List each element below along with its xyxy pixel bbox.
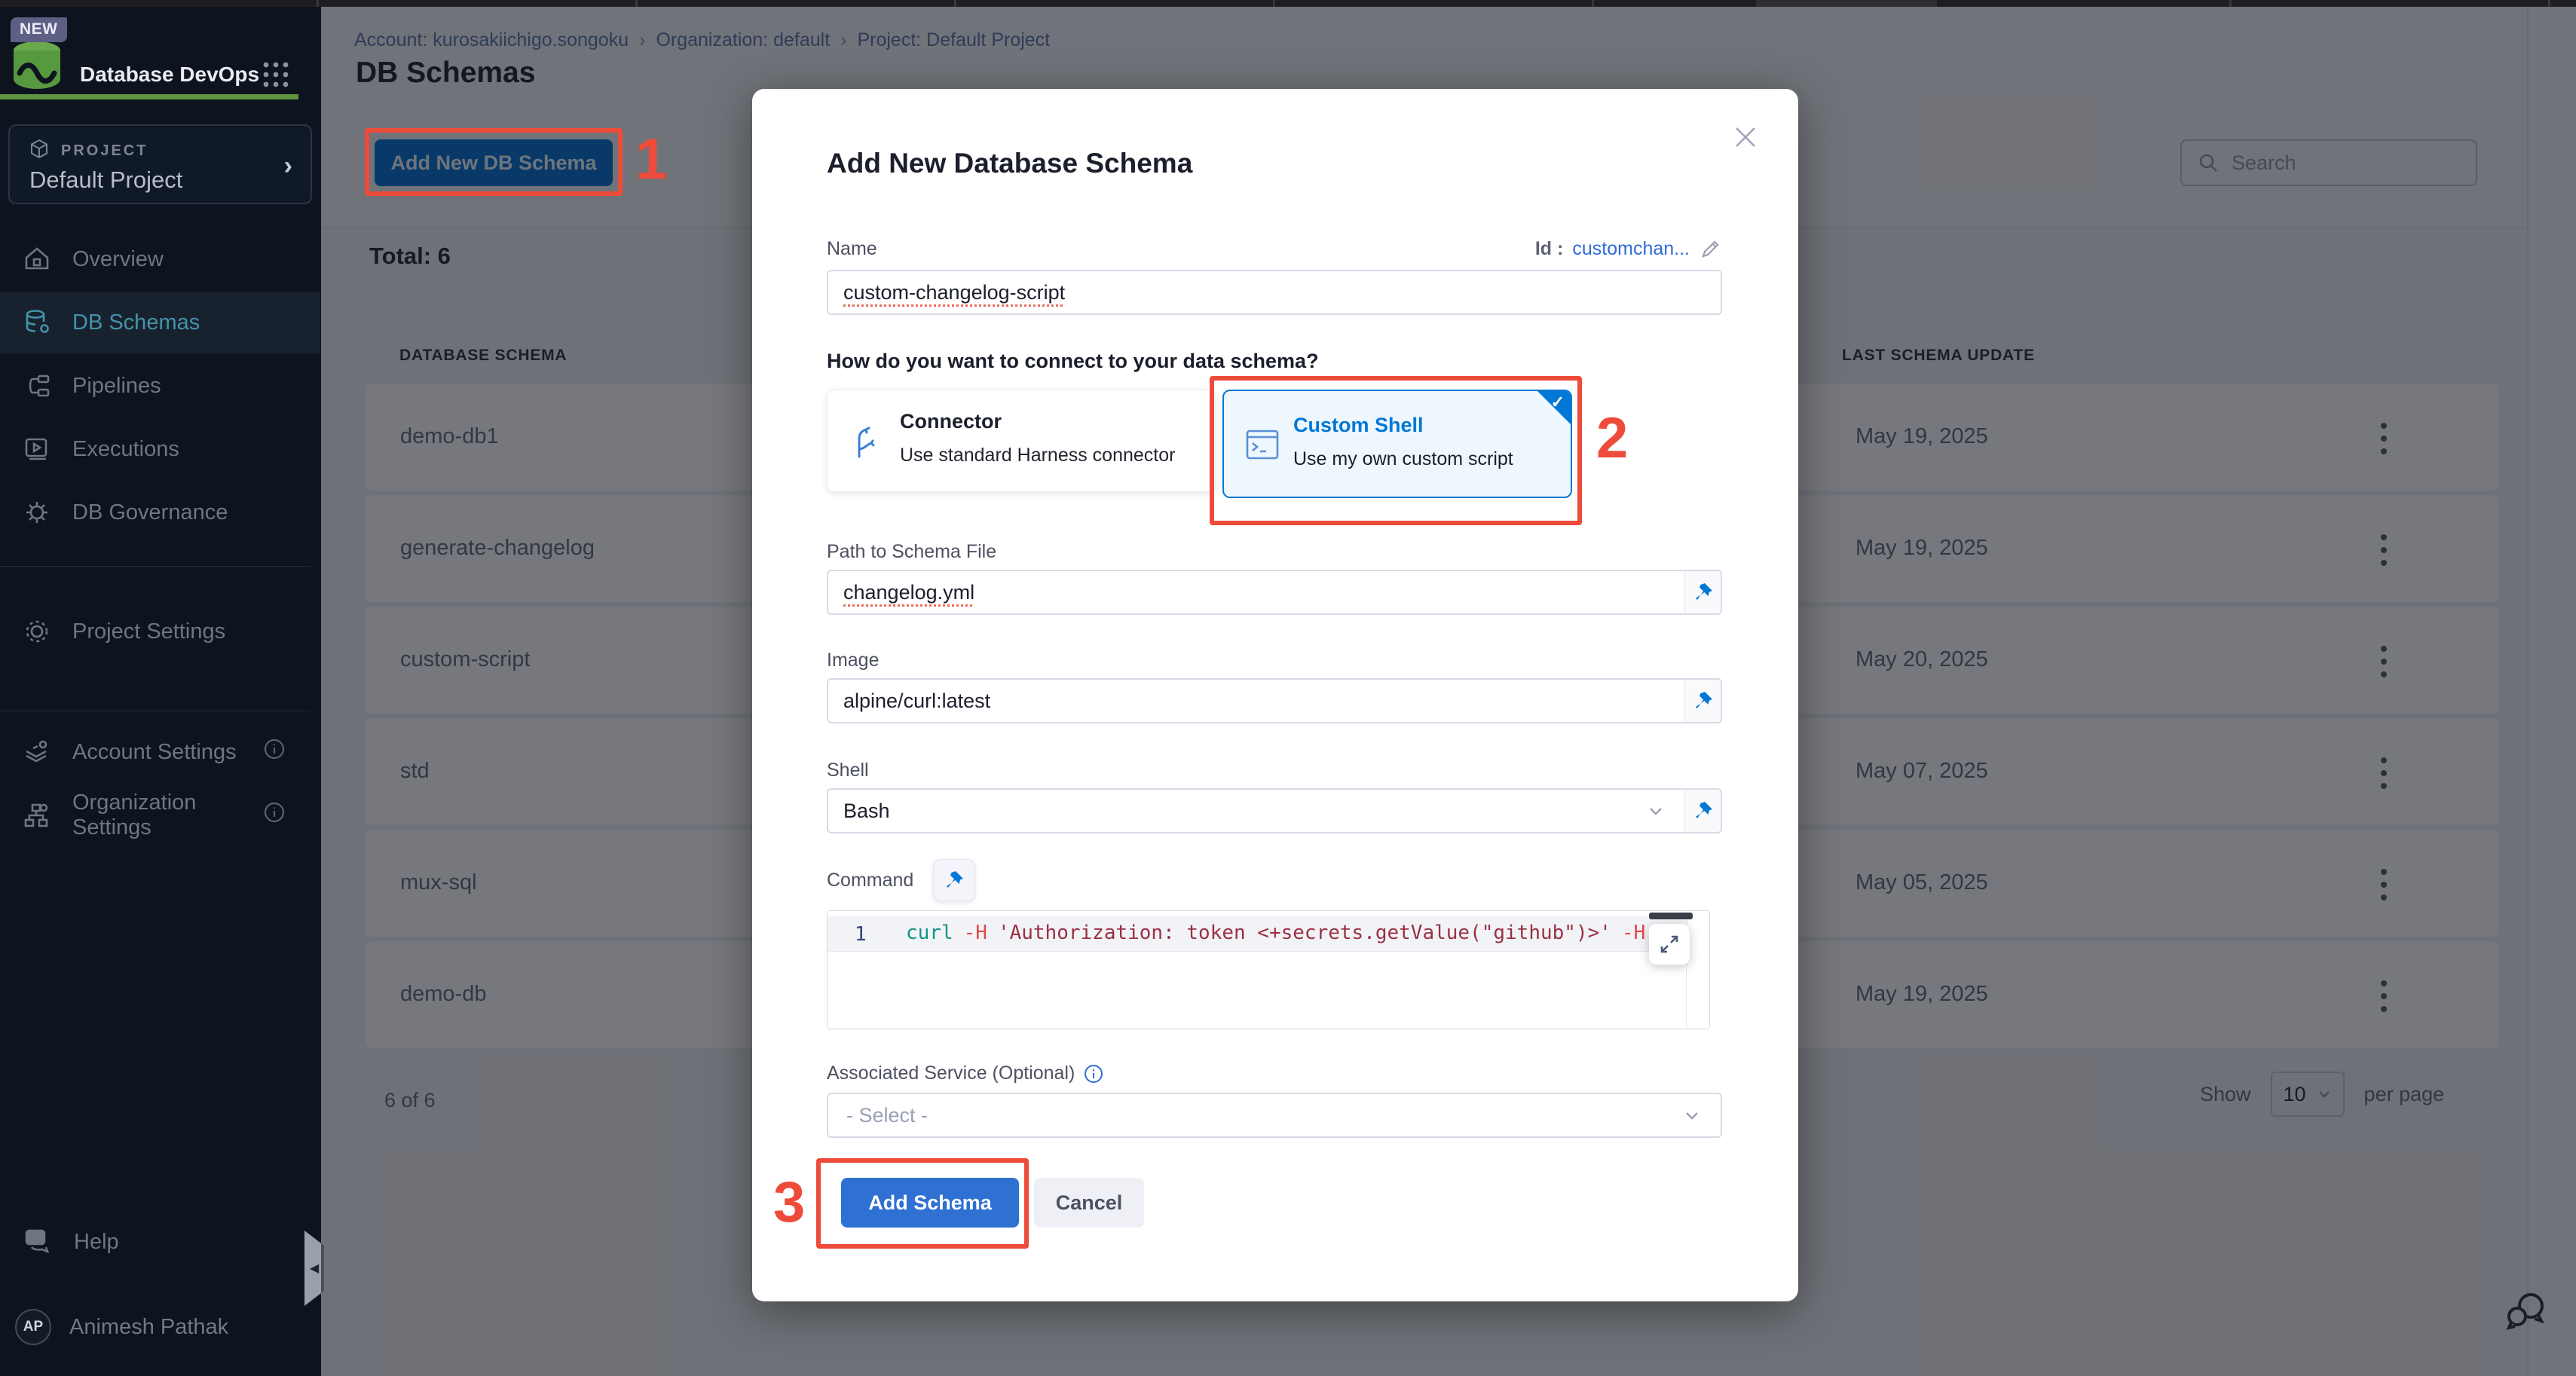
sidebar-item-db-schemas[interactable]: DB Schemas (0, 292, 320, 353)
service-select[interactable]: - Select - (827, 1093, 1722, 1138)
sidebar-item-account-settings[interactable]: Account Settings (0, 721, 320, 783)
pipelines-icon (23, 372, 51, 400)
pin-toggle[interactable] (1684, 678, 1722, 723)
image-label: Image (827, 650, 879, 671)
pin-icon (1693, 582, 1714, 603)
edit-pencil-icon[interactable] (1699, 237, 1723, 261)
divider (0, 566, 311, 567)
project-name: Default Project (29, 167, 182, 194)
image-input-row: alpine/curl:latest (827, 678, 1722, 723)
user-menu[interactable]: AP Animesh Pathak (15, 1309, 228, 1345)
info-icon (263, 801, 286, 830)
chevron-left-icon: ◀ (310, 1261, 319, 1276)
help-chat-icon: ? (23, 1226, 54, 1258)
pin-toggle[interactable] (1684, 570, 1722, 615)
annotation-number-3: 3 (773, 1170, 805, 1235)
annotation-box-1 (365, 128, 623, 196)
project-label: PROJECT (61, 142, 148, 160)
image-input[interactable]: alpine/curl:latest (827, 678, 1684, 723)
shell-select-row: Bash (827, 788, 1722, 833)
avatar: AP (15, 1309, 51, 1345)
app-switcher-icon[interactable] (262, 61, 289, 92)
governance-gear-icon (23, 498, 51, 527)
app-title: Database DevOps (80, 63, 259, 87)
gear-icon (23, 617, 51, 646)
browser-chrome-strip (0, 0, 2576, 7)
path-input[interactable]: changelog.yml (827, 570, 1684, 615)
id-value[interactable]: customchan... (1572, 238, 1690, 260)
sidebar-item-organization-settings[interactable]: Organization Settings (0, 784, 320, 846)
sidebar: NEW Database DevOps PROJECT Default Proj… (0, 7, 321, 1376)
sidebar-item-project-settings[interactable]: Project Settings (0, 601, 320, 662)
annotation-box-3 (816, 1158, 1029, 1249)
shell-select[interactable]: Bash (827, 788, 1684, 833)
brand-underline (0, 94, 298, 99)
layers-gear-icon (23, 738, 51, 766)
sidebar-item-pipelines[interactable]: Pipelines (0, 355, 320, 417)
pin-toggle[interactable] (933, 859, 975, 901)
database-devops-logo-icon (6, 34, 68, 96)
sidebar-item-executions[interactable]: Executions (0, 418, 320, 480)
name-input[interactable]: custom-changelog-script (827, 270, 1722, 315)
annotation-number-1: 1 (635, 127, 667, 192)
annotation-number-2: 2 (1596, 405, 1628, 471)
home-icon (23, 245, 51, 274)
chevron-right-icon: › (284, 151, 292, 181)
modal-title: Add New Database Schema (827, 148, 1192, 179)
service-label: Associated Service (Optional) (827, 1063, 1075, 1084)
code-line: curl-H'Authorization: token <+secrets.ge… (906, 922, 1690, 944)
project-selector[interactable]: PROJECT Default Project › (8, 124, 312, 204)
org-chart-gear-icon (23, 801, 51, 830)
info-icon (263, 738, 286, 766)
pin-icon (1693, 690, 1714, 711)
expand-editor-button[interactable] (1649, 924, 1690, 965)
entity-id: Id : customchan... (1535, 237, 1723, 261)
close-icon[interactable] (1730, 122, 1761, 152)
executions-icon (23, 435, 51, 463)
path-input-row: changelog.yml (827, 570, 1722, 615)
shell-label: Shell (827, 760, 869, 781)
add-schema-modal: Add New Database Schema Name Id : custom… (752, 89, 1798, 1301)
pin-icon (1693, 800, 1714, 821)
connect-question: How do you want to connect to your data … (827, 350, 1319, 373)
command-label: Command (827, 870, 913, 891)
scrollbar-thumb[interactable] (1649, 913, 1693, 919)
chevron-down-icon (1647, 802, 1665, 820)
new-badge: NEW (11, 17, 67, 42)
command-code-editor[interactable]: 1 curl-H'Authorization: token <+secrets.… (827, 910, 1710, 1029)
name-label: Name (827, 238, 877, 260)
pin-icon (944, 870, 965, 891)
annotation-box-2 (1210, 376, 1582, 525)
cancel-button[interactable]: Cancel (1034, 1178, 1144, 1228)
user-name: Animesh Pathak (69, 1315, 228, 1340)
chevron-down-icon (1683, 1106, 1701, 1124)
sidebar-item-overview[interactable]: Overview (0, 228, 320, 290)
path-label: Path to Schema File (827, 541, 996, 563)
cube-icon (28, 138, 50, 164)
pin-toggle[interactable] (1684, 788, 1722, 833)
help-button[interactable]: ? Help (23, 1226, 119, 1258)
connector-icon (850, 424, 888, 465)
db-schema-icon (23, 308, 51, 337)
fullscreen-icon (1658, 933, 1681, 956)
info-icon[interactable] (1084, 1064, 1103, 1084)
svg-text:?: ? (32, 1231, 39, 1243)
sidebar-item-db-governance[interactable]: DB Governance (0, 482, 320, 543)
option-card-connector[interactable]: Connector Use standard Harness connector (827, 390, 1216, 492)
line-number: 1 (855, 923, 867, 946)
